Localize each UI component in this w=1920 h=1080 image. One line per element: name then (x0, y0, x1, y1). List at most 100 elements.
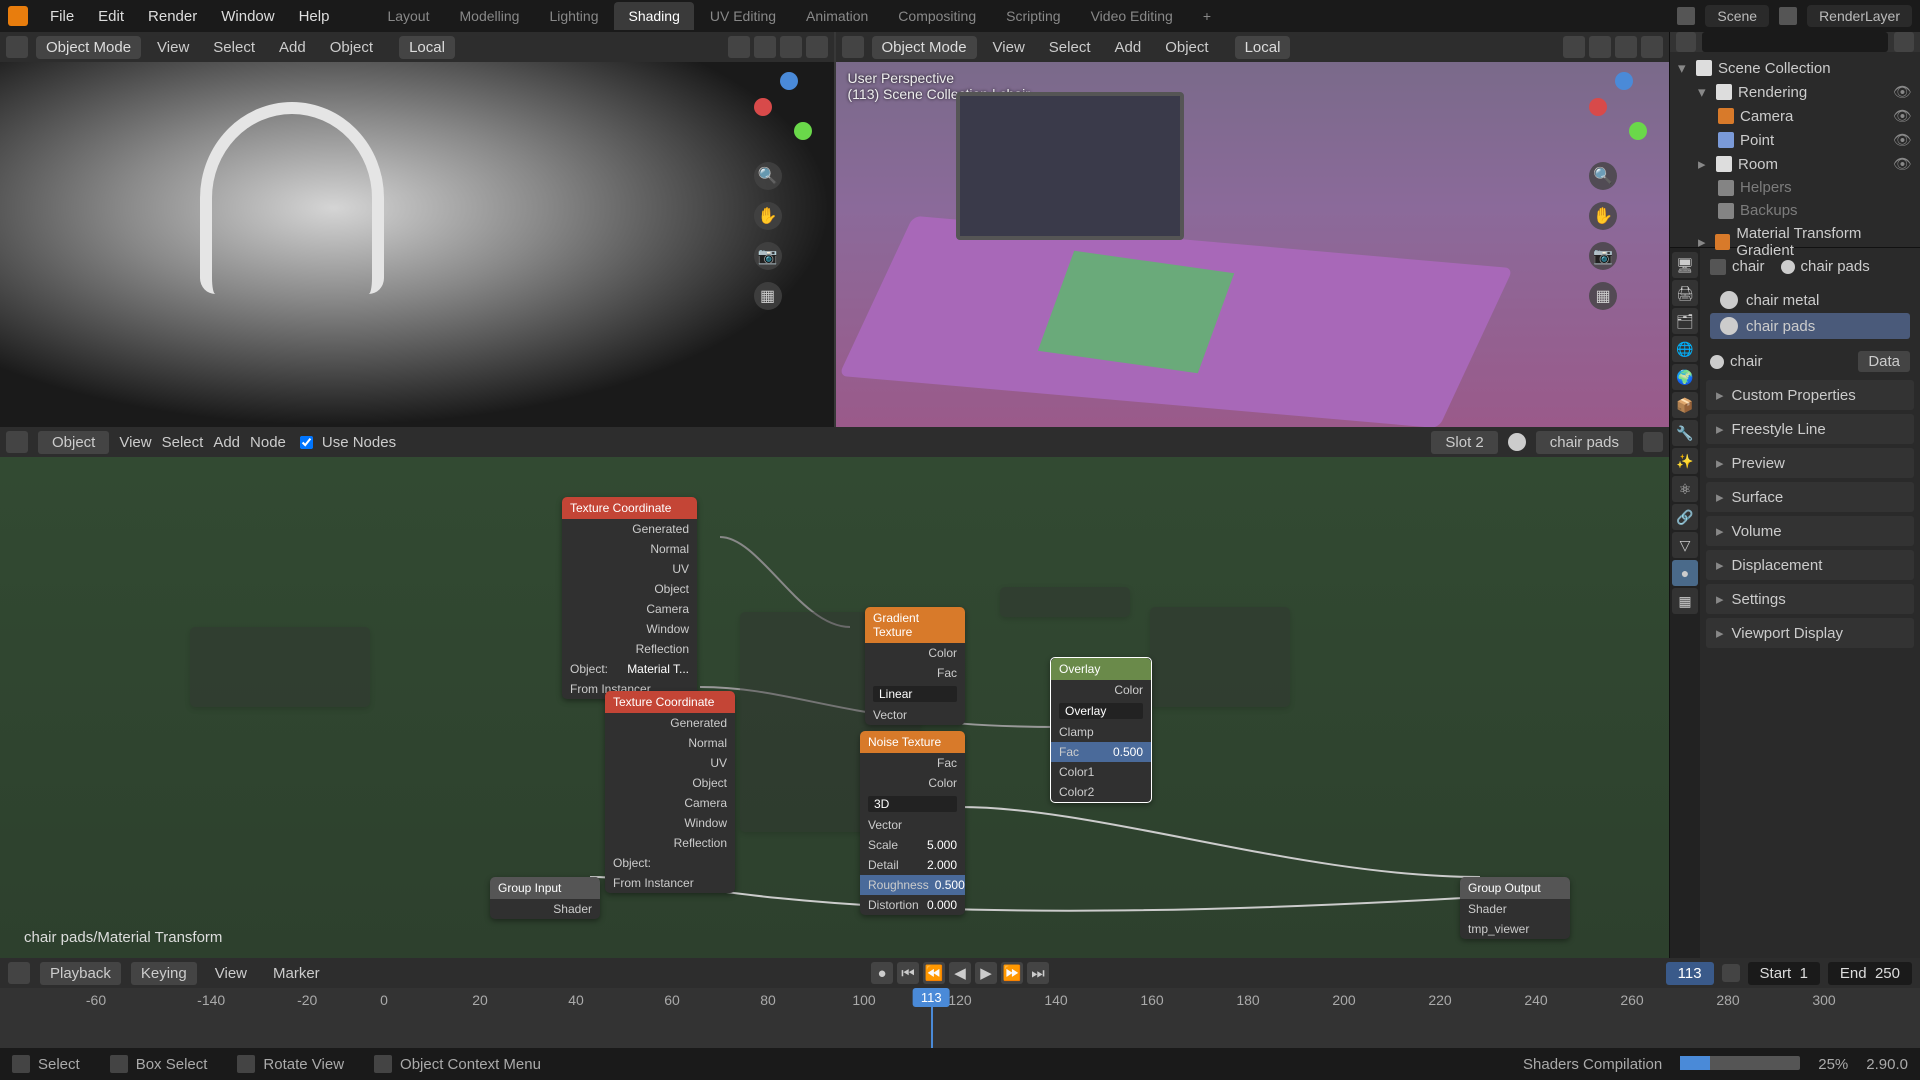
tab-lighting[interactable]: Lighting (535, 2, 612, 30)
current-frame-field[interactable]: 113 (1666, 962, 1714, 985)
timeline-marker-menu[interactable]: Marker (265, 962, 328, 985)
socket-color2[interactable]: Color2 (1059, 785, 1094, 799)
outliner-root[interactable]: ▾ Scene Collection (1670, 56, 1920, 80)
vp-menu-add[interactable]: Add (271, 36, 314, 59)
orientation-selector[interactable]: Local (399, 36, 455, 59)
socket-fac[interactable]: Fac (937, 666, 957, 680)
clamp-checkbox[interactable]: Clamp (1059, 725, 1094, 739)
scale-value[interactable]: 5.000 (927, 838, 957, 852)
panel-volume[interactable]: ▸Volume (1706, 516, 1914, 546)
outliner-item-point[interactable]: Point 👁 (1670, 128, 1920, 152)
socket-color-out[interactable]: Color (1114, 683, 1143, 697)
node-texture-coordinate-1[interactable]: Texture Coordinate Generated Normal UV O… (562, 497, 697, 699)
editor-type-icon[interactable] (6, 431, 28, 453)
editor-type-icon[interactable] (8, 962, 30, 984)
outliner-item-rendering[interactable]: ▾ Rendering 👁 (1670, 80, 1920, 104)
node-group-input[interactable]: Group Input Shader (490, 877, 600, 919)
pan-icon[interactable]: ✋ (754, 202, 782, 230)
shading-rendered-icon[interactable] (1641, 36, 1663, 58)
shading-wireframe-icon[interactable] (728, 36, 750, 58)
mode-selector[interactable]: Object Mode (36, 36, 141, 59)
tab-compositing[interactable]: Compositing (884, 2, 990, 30)
roughness-value[interactable]: 0.500 (935, 878, 965, 892)
shading-solid-icon[interactable] (754, 36, 776, 58)
blend-mode-selector[interactable]: Overlay (1059, 703, 1143, 719)
prop-tab-output[interactable]: 🖨 (1672, 280, 1698, 306)
keying-menu[interactable]: Keying (131, 962, 197, 985)
end-frame-field[interactable]: End 250 (1828, 962, 1912, 985)
socket-vector[interactable]: Vector (873, 708, 907, 722)
material-datablock-name[interactable]: chair (1730, 353, 1763, 370)
mode-selector[interactable]: Object Mode (872, 36, 977, 59)
socket-generated[interactable]: Generated (632, 522, 689, 536)
node-noise-texture[interactable]: Noise Texture Fac Color 3D Vector Scale5… (860, 731, 965, 915)
camera-view-icon[interactable]: 📷 (754, 242, 782, 270)
socket-shader[interactable]: Shader (1468, 902, 1507, 916)
start-frame-field[interactable]: Start 1 (1748, 962, 1820, 985)
slot-selector[interactable]: Slot 2 (1431, 431, 1497, 454)
outliner-item-camera[interactable]: Camera 👁 (1670, 104, 1920, 128)
prop-tab-world[interactable]: 🌍 (1672, 364, 1698, 390)
use-nodes-checkbox[interactable]: Use Nodes (296, 433, 396, 452)
menu-window[interactable]: Window (211, 4, 284, 29)
camera-view-icon[interactable]: 📷 (1589, 242, 1617, 270)
vp-menu-object[interactable]: Object (1157, 36, 1216, 59)
tab-add-workspace[interactable]: + (1189, 2, 1225, 30)
panel-viewport-display[interactable]: ▸Viewport Display (1706, 618, 1914, 648)
scene-selector[interactable]: Scene (1705, 5, 1769, 27)
socket-reflection[interactable]: Reflection (674, 836, 727, 850)
fac-value[interactable]: 0.500 (1113, 745, 1143, 759)
socket-window[interactable]: Window (684, 816, 727, 830)
auto-key-icon[interactable]: ● (871, 962, 893, 984)
node-type-selector[interactable]: Object (38, 431, 109, 454)
panel-surface[interactable]: ▸Surface (1706, 482, 1914, 512)
vp-menu-select[interactable]: Select (1041, 36, 1099, 59)
socket-vector[interactable]: Vector (868, 818, 902, 832)
timeline-ruler[interactable]: -60 -140 -20 0 20 40 60 80 100 120 140 1… (0, 988, 1920, 1048)
jump-end-icon[interactable]: ⏭ (1027, 962, 1049, 984)
material-name-field[interactable]: chair pads (1536, 431, 1633, 454)
socket-tmp-viewer[interactable]: tmp_viewer (1468, 922, 1529, 936)
pin-icon[interactable] (1643, 432, 1663, 452)
nav-gizmo[interactable] (1589, 72, 1659, 142)
node-gradient-texture[interactable]: Gradient Texture Color Fac Linear Vector (865, 607, 965, 725)
material-item[interactable]: chair metal (1710, 287, 1910, 313)
tab-modelling[interactable]: Modelling (446, 2, 534, 30)
shading-matprev-icon[interactable] (780, 36, 802, 58)
timeline-view-menu[interactable]: View (207, 962, 255, 985)
node-menu-add[interactable]: Add (213, 434, 240, 451)
panel-displacement[interactable]: ▸Displacement (1706, 550, 1914, 580)
prop-tab-texture[interactable]: ▦ (1672, 588, 1698, 614)
socket-camera[interactable]: Camera (646, 602, 689, 616)
perspective-toggle-icon[interactable]: ▦ (754, 282, 782, 310)
jump-frame-icon[interactable] (1722, 964, 1740, 982)
filter-icon[interactable] (1894, 32, 1914, 52)
menu-edit[interactable]: Edit (88, 4, 134, 29)
outliner-item-backups[interactable]: Backups (1670, 199, 1920, 222)
zoom-icon[interactable]: 🔍 (754, 162, 782, 190)
socket-object[interactable]: Object (654, 582, 689, 596)
viewport-left-body[interactable]: 🔍 ✋ 📷 ▦ (0, 62, 834, 427)
play-icon[interactable]: ▶ (975, 962, 997, 984)
editor-type-icon[interactable] (1676, 32, 1696, 52)
editor-type-icon[interactable] (842, 36, 864, 58)
tab-animation[interactable]: Animation (792, 2, 882, 30)
timeline-cursor-head[interactable]: 113 (913, 988, 950, 1007)
faded-node[interactable] (1000, 587, 1130, 617)
tab-video-editing[interactable]: Video Editing (1077, 2, 1187, 30)
visibility-icon[interactable]: 👁 (1893, 107, 1912, 125)
shading-matprev-icon[interactable] (1615, 36, 1637, 58)
vp-menu-add[interactable]: Add (1107, 36, 1150, 59)
editor-type-icon[interactable] (6, 36, 28, 58)
socket-reflection[interactable]: Reflection (636, 642, 689, 656)
shading-solid-icon[interactable] (1589, 36, 1611, 58)
tab-shading[interactable]: Shading (614, 2, 693, 30)
prop-tab-object[interactable]: 📦 (1672, 392, 1698, 418)
socket-generated[interactable]: Generated (670, 716, 727, 730)
shading-rendered-icon[interactable] (806, 36, 828, 58)
prop-tab-scene[interactable]: 🌐 (1672, 336, 1698, 362)
vp-menu-select[interactable]: Select (205, 36, 263, 59)
link-data-toggle[interactable]: Data (1858, 351, 1910, 372)
detail-value[interactable]: 2.000 (927, 858, 957, 872)
prop-tab-physics[interactable]: ⚛ (1672, 476, 1698, 502)
